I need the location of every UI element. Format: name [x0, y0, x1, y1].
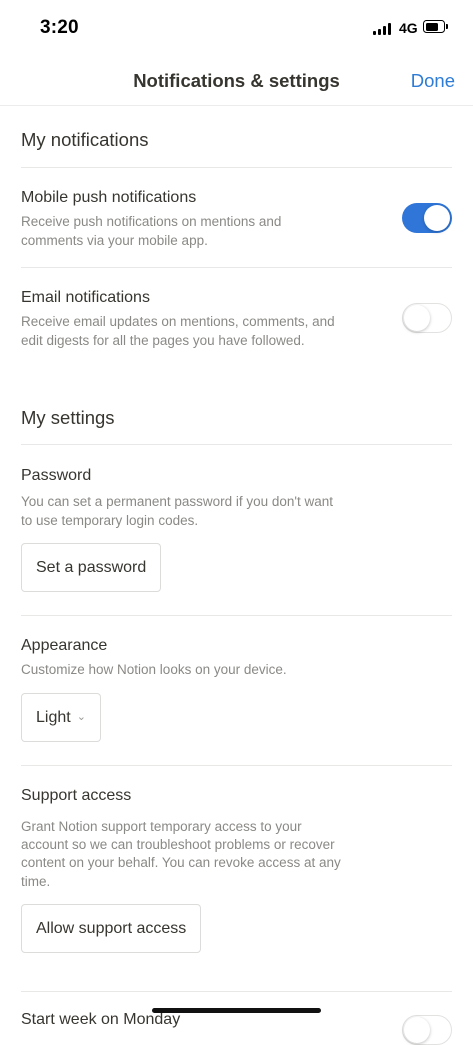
section-heading-settings: My settings — [21, 407, 115, 428]
support-access-desc-line2: account so we can troubleshoot problems … — [21, 837, 335, 852]
support-access-desc-line3: content on your behalf. You can revoke a… — [21, 855, 341, 870]
password-title: Password — [21, 467, 92, 484]
status-bar: 3:20 4G — [0, 0, 473, 56]
set-password-button[interactable]: Set a password — [21, 543, 162, 592]
start-week-toggle[interactable] — [402, 1015, 452, 1045]
section-heading-notifications: My notifications — [21, 129, 149, 150]
mobile-push-desc-line1: Receive push notifications on mentions a… — [21, 214, 282, 229]
password-desc-line2: to use temporary login codes. — [21, 513, 199, 528]
email-notifications-desc-line2: edit digests for all the pages you have … — [21, 333, 305, 348]
battery-icon — [423, 20, 448, 33]
home-indicator[interactable] — [152, 1008, 321, 1013]
password-desc-line1: You can set a permanent password if you … — [21, 494, 334, 509]
support-access-desc-line4: time. — [21, 874, 51, 889]
email-notifications-desc-line1: Receive email updates on mentions, comme… — [21, 314, 335, 329]
divider — [21, 991, 452, 992]
mobile-push-desc-line2: comments via your mobile app. — [21, 233, 208, 248]
toggle-knob — [403, 304, 430, 331]
toggle-knob — [403, 1016, 430, 1043]
appearance-selected-value: Light — [36, 709, 71, 726]
mobile-push-title: Mobile push notifications — [21, 189, 197, 206]
page-title: Notifications & settings — [133, 70, 340, 91]
status-time: 3:20 — [40, 17, 79, 38]
divider — [21, 267, 452, 268]
start-week-title: Start week on Monday — [21, 1011, 181, 1028]
divider — [21, 167, 452, 168]
nav-bar: Notifications & settings Done — [0, 56, 473, 106]
appearance-title: Appearance — [21, 637, 108, 654]
support-access-desc-line1: Grant Notion support temporary access to… — [21, 819, 302, 834]
done-button[interactable]: Done — [411, 70, 455, 92]
divider — [21, 444, 452, 445]
email-notifications-toggle[interactable] — [402, 303, 452, 333]
chevron-down-icon: ⌄ — [76, 711, 86, 723]
mobile-push-toggle[interactable] — [402, 203, 452, 233]
support-access-title: Support access — [21, 787, 132, 804]
signal-icon — [373, 23, 392, 35]
divider — [21, 765, 452, 766]
email-notifications-title: Email notifications — [21, 289, 150, 306]
divider — [21, 615, 452, 616]
toggle-knob — [424, 205, 450, 231]
appearance-desc: Customize how Notion looks on your devic… — [21, 662, 287, 677]
network-type: 4G — [399, 20, 418, 36]
allow-support-access-button[interactable]: Allow support access — [21, 904, 202, 953]
appearance-select[interactable]: Light ⌄ — [21, 693, 101, 742]
